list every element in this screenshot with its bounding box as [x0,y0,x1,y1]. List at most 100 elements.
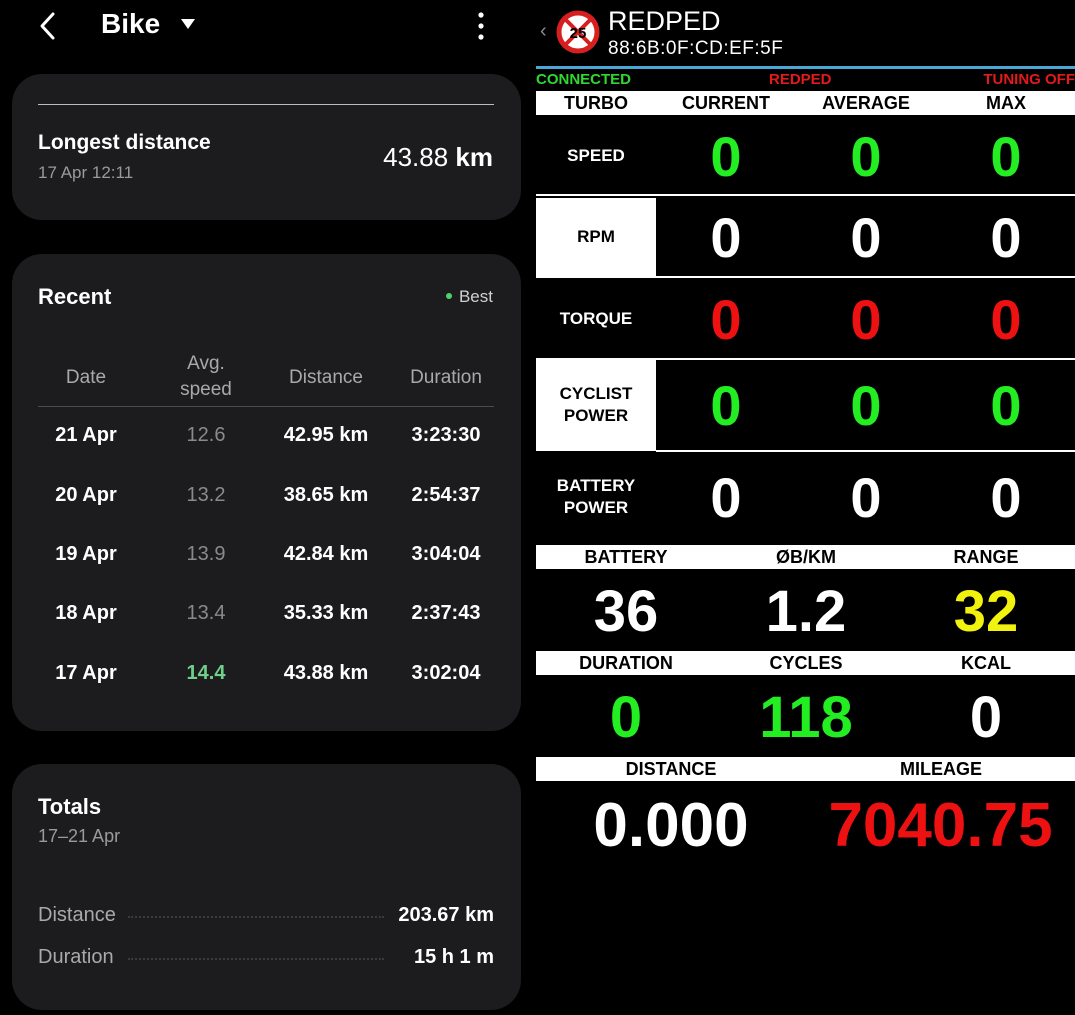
column-avg-speed-line1: Avg. [187,353,225,374]
mileage-label: MILEAGE [899,759,982,779]
duration-label: DURATION [579,653,673,673]
row-date: 20 Apr [55,484,117,506]
totals-duration-value: 15 h 1 m [413,946,494,968]
row-avg-speed: 13.9 [186,543,226,565]
range-label: RANGE [953,547,1019,567]
row-duration: 3:02:04 [411,662,481,684]
totals-title: Totals [38,794,102,819]
row-date: 18 Apr [55,602,117,624]
assist-mode-label[interactable]: TURBO [536,93,656,114]
table-row[interactable]: 20 Apr 13.2 38.65 km 2:54:37 [38,478,494,518]
more-options-icon[interactable] [474,10,488,42]
metric-row: SPEED 0 0 0 [536,118,1075,196]
range-value: 32 [953,579,1019,644]
totals-card: Totals 17–21 Apr Distance 203.67 km Dura… [12,764,521,1010]
column-avg-speed: Avg. speed [146,351,266,403]
longest-distance-date: 17 Apr 12:11 [38,163,134,182]
longest-distance-number: 43.88 [383,142,449,172]
distance-label: DISTANCE [625,759,717,779]
metric-current-value: 0 [710,373,742,437]
totals-distance-value: 203.67 km [398,904,494,926]
metric-current-value: 0 [710,205,742,269]
recent-card: Recent Best Date Avg. speed Distance Dur… [12,254,521,731]
metric-average-value: 0 [850,124,882,188]
mileage-value[interactable]: 7040.75 [806,790,1075,861]
tuning-status[interactable]: TUNING OFF [983,71,1075,88]
totals-distance-label: Distance [38,904,122,927]
row-avg-speed: 13.2 [186,484,226,506]
metric-current-value: 0 [710,124,742,188]
row-distance: 38.65 km [283,484,369,506]
metric-average-value: 0 [850,373,882,437]
metric-row: CYCLIST POWER 0 0 0 [536,360,1075,452]
metric-max-value: 0 [990,124,1022,188]
column-distance: Distance [289,367,363,388]
header-divider [536,66,1075,69]
dropdown-triangle-icon[interactable] [180,18,196,30]
connection-status: CONNECTED [536,71,632,88]
wh-per-km-value: 1.2 [765,579,847,644]
distance-value: 0.000 [593,791,749,860]
metric-max-value: 0 [990,465,1022,529]
metric-average-value: 0 [850,205,882,269]
row-avg-speed-best: 14.4 [186,662,226,684]
longest-distance-label: Longest distance [38,131,211,154]
metric-current-value: 0 [710,465,742,529]
column-avg-speed-line2: speed [180,379,232,400]
dotted-leader [128,916,384,918]
duration-value: 0 [609,685,643,750]
row-distance: 42.84 km [283,543,369,565]
metric-label: RPM [536,198,656,276]
average-column-label: AVERAGE [822,93,910,113]
metric-label: BATTERY POWER [536,451,656,543]
row-date: 21 Apr [55,424,117,446]
row-duration: 3:23:30 [411,424,481,446]
mode-status: REDPED [769,71,832,88]
longest-distance-card[interactable]: Longest distance 17 Apr 12:11 43.88 km [12,74,521,220]
row-date: 19 Apr [55,543,117,565]
row-distance: 42.95 km [283,424,369,446]
table-row[interactable]: 17 Apr 14.4 43.88 km 3:02:04 [38,656,494,696]
metric-label: SPEED [536,118,656,194]
table-row[interactable]: 18 Apr 13.4 35.33 km 2:37:43 [38,596,494,636]
best-legend: Best [445,287,493,307]
device-title: REDPED [608,6,721,36]
battery-value: 36 [593,579,659,644]
table-row[interactable]: 21 Apr 12.6 42.95 km 3:23:30 [38,418,494,458]
table-row[interactable]: 19 Apr 13.9 42.84 km 3:04:04 [38,537,494,577]
max-column-label: MAX [986,93,1026,113]
device-mac-address: 88:6B:0F:CD:EF:5F [608,38,784,59]
row-distance: 35.33 km [283,602,369,624]
kcal-label: KCAL [961,653,1011,673]
metrics-header-bar: TURBO CURRENT AVERAGE MAX [536,91,1075,115]
totals-duration-row: Duration 15 h 1 m [38,944,494,974]
page-title[interactable]: Bike [101,8,160,40]
top-bar: Bike [0,0,532,52]
back-arrow-icon[interactable] [36,10,60,42]
info-header-bar-2: DURATION CYCLES KCAL [536,651,1075,675]
metric-label: CYCLIST POWER [536,360,656,450]
column-duration: Duration [410,367,482,388]
row-date: 17 Apr [55,662,117,684]
back-chevron-icon[interactable]: ‹ [540,20,547,43]
cycles-label: CYCLES [769,653,843,673]
totals-distance-row: Distance 203.67 km [38,902,494,932]
totals-date-range: 17–21 Apr [38,826,121,846]
speed-limit-logo-icon: 25 [556,10,600,54]
metric-row: BATTERY POWER 0 0 0 [536,451,1075,543]
longest-distance-unit: km [455,142,493,172]
column-date: Date [65,367,107,388]
row-avg-speed: 13.4 [186,602,226,624]
metric-average-value: 0 [850,465,882,529]
row-distance: 43.88 km [283,662,369,684]
battery-label: BATTERY [584,547,668,567]
totals-duration-label: Duration [38,946,120,969]
row-duration: 2:54:37 [411,484,481,506]
metric-max-value: 0 [990,287,1022,351]
best-dot-icon [445,292,452,299]
metric-current-value: 0 [710,287,742,351]
metric-max-value: 0 [990,373,1022,437]
metric-row: TORQUE 0 0 0 [536,280,1075,360]
logo-number: 25 [570,25,587,42]
metric-max-value: 0 [990,205,1022,269]
